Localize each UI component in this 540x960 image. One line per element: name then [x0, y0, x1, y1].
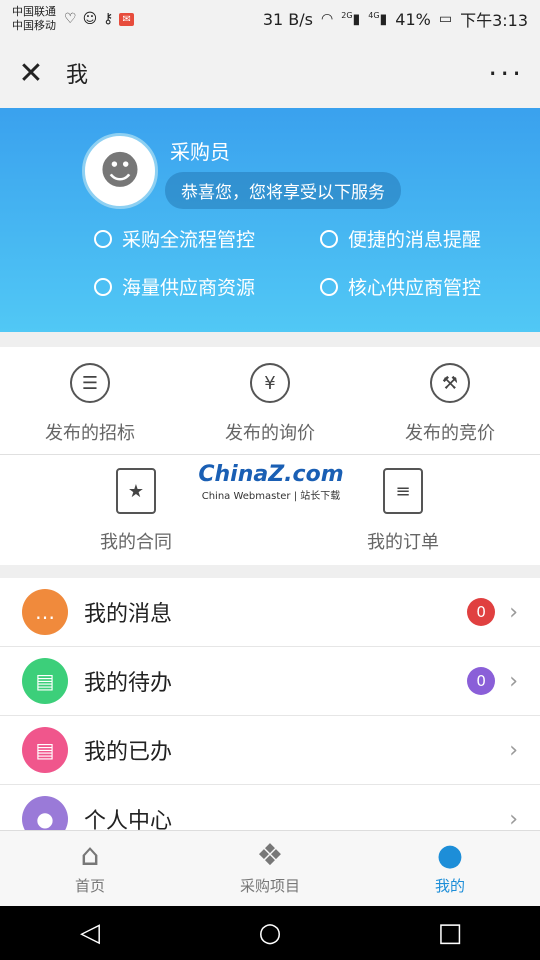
feature-item: 海量供应商资源: [94, 273, 255, 300]
action-label: 发布的竞价: [405, 423, 495, 444]
battery-level: 41%: [395, 9, 431, 29]
tab-mine[interactable]: ● 我的: [360, 831, 540, 906]
welcome-badge: 恭喜您，您将享受以下服务: [165, 172, 401, 209]
app-notification-icon: ✉: [119, 12, 134, 26]
action-label: 发布的询价: [225, 423, 315, 444]
chevron-right-icon: ›: [509, 668, 518, 694]
tab-label: 我的: [434, 877, 465, 895]
app-header: ✕ 我 ···: [0, 38, 540, 108]
list-item-profile[interactable]: ● 个人中心 ›: [0, 785, 540, 830]
yen-icon: ¥: [250, 363, 290, 403]
watermark-subtitle: China Webmaster | 站长下载: [201, 491, 341, 502]
quick-actions-row-2: ★ 我的合同 ChinaZ.com China Webmaster | 站长下载…: [0, 456, 540, 565]
watermark-logo-text: ChinaZ.com: [198, 462, 344, 487]
qq-icon: ☺: [82, 11, 98, 27]
list-item-label: 我的待办: [84, 671, 173, 696]
clock: 下午3:13: [460, 11, 528, 30]
chevron-right-icon: ›: [509, 806, 518, 831]
tab-label: 首页: [74, 877, 105, 895]
feature-label: 核心供应商管控: [348, 277, 482, 299]
home-icon: ⌂: [80, 838, 100, 873]
circle-icon: [320, 229, 338, 248]
published-inquiries-button[interactable]: ¥ 发布的询价: [180, 347, 360, 454]
done-doc-icon: ▤: [22, 727, 68, 773]
grid-icon: ❖: [256, 838, 284, 873]
count-badge: 0: [467, 667, 496, 695]
quick-actions: ☰ 发布的招标 ¥ 发布的询价 ⚒ 发布的竞价 ★ 我的合同 ChinaZ.co…: [0, 347, 540, 565]
feature-label: 海量供应商资源: [122, 277, 256, 299]
home-circle-icon[interactable]: ○: [255, 918, 285, 948]
action-label: 我的订单: [367, 532, 439, 553]
gavel-icon: ⚒: [430, 363, 470, 403]
tab-projects[interactable]: ❖ 采购项目: [180, 831, 360, 906]
page-title: 我: [66, 63, 89, 88]
menu-list: … 我的消息 0 › ▤ 我的待办 0 › ▤ 我的已办 › ● 个人中心 ›: [0, 578, 540, 830]
circle-icon: [320, 277, 338, 296]
chat-bubble-icon: …: [22, 589, 68, 635]
my-orders-button[interactable]: ≡ 我的订单: [333, 468, 473, 554]
todo-doc-icon: ▤: [22, 658, 68, 704]
list-item-messages[interactable]: … 我的消息 0 ›: [0, 578, 540, 647]
carrier-2: 中国移动: [12, 19, 56, 32]
tab-home[interactable]: ⌂ 首页: [0, 831, 180, 906]
user-icon: ●: [436, 838, 464, 873]
close-icon[interactable]: ✕: [16, 56, 46, 91]
system-nav-bar: ◁ ○ □: [0, 906, 540, 960]
quick-actions-row-1: ☰ 发布的招标 ¥ 发布的询价 ⚒ 发布的竞价: [0, 347, 540, 455]
chevron-right-icon: ›: [509, 599, 518, 625]
list-item-label: 我的消息: [84, 602, 173, 627]
action-label: 发布的招标: [45, 423, 135, 444]
chevron-right-icon: ›: [509, 737, 518, 763]
heart-rate-icon: ♡: [64, 11, 77, 27]
list-item-label: 个人中心: [84, 809, 173, 830]
feature-label: 便捷的消息提醒: [348, 229, 482, 251]
feature-item: 核心供应商管控: [320, 273, 481, 300]
action-label: 我的合同: [100, 532, 172, 553]
tender-list-icon: ☰: [70, 363, 110, 403]
status-right: 31 B/s ◠ 2G▮ 4G▮ 41% ▭ 下午3:13: [263, 7, 528, 31]
clipboard-icon: ≡: [383, 468, 423, 514]
profile-banner: ☻ 采购员 恭喜您，您将享受以下服务 采购全流程管控 便捷的消息提醒 海量供应商…: [0, 108, 540, 332]
feature-item: 便捷的消息提醒: [320, 225, 481, 252]
carrier-names: 中国联通 中国移动: [12, 5, 56, 33]
avatar[interactable]: ☻: [82, 133, 158, 209]
list-item-done[interactable]: ▤ 我的已办 ›: [0, 716, 540, 785]
user-role: 采购员: [170, 140, 230, 164]
feature-label: 采购全流程管控: [122, 229, 256, 251]
key-icon: ⚷: [103, 11, 114, 27]
tab-label: 采购项目: [239, 877, 300, 895]
status-bar: 中国联通 中国移动 ♡ ☺ ⚷ ✉ 31 B/s ◠ 2G▮ 4G▮ 41% ▭…: [0, 0, 540, 38]
person-icon: ●: [22, 796, 68, 830]
watermark-logo: ChinaZ.com China Webmaster | 站长下载: [196, 462, 346, 502]
published-tenders-button[interactable]: ☰ 发布的招标: [0, 347, 180, 454]
more-options-icon[interactable]: ···: [488, 57, 524, 90]
published-bids-button[interactable]: ⚒ 发布的竞价: [360, 347, 540, 454]
bottom-tab-bar: ⌂ 首页 ❖ 采购项目 ● 我的: [0, 830, 540, 906]
count-badge: 0: [467, 598, 496, 626]
back-icon[interactable]: ◁: [75, 918, 105, 948]
list-item-todo[interactable]: ▤ 我的待办 0 ›: [0, 647, 540, 716]
battery-icon: ▭: [438, 11, 453, 27]
recents-icon[interactable]: □: [435, 918, 465, 948]
my-contracts-button[interactable]: ★ 我的合同: [66, 468, 206, 554]
feature-item: 采购全流程管控: [94, 225, 255, 252]
wifi-icon: ◠: [321, 11, 334, 27]
network-speed: 31 B/s: [262, 9, 314, 29]
list-item-label: 我的已办: [84, 740, 173, 765]
circle-icon: [94, 277, 112, 296]
circle-icon: [94, 229, 112, 248]
signal-2-icon: 4G▮: [368, 10, 388, 28]
carrier-1: 中国联通: [12, 5, 56, 18]
signal-1-icon: 2G▮: [341, 10, 361, 28]
notification-icons: ♡ ☺ ⚷ ✉: [64, 11, 134, 27]
contract-icon: ★: [116, 468, 156, 514]
